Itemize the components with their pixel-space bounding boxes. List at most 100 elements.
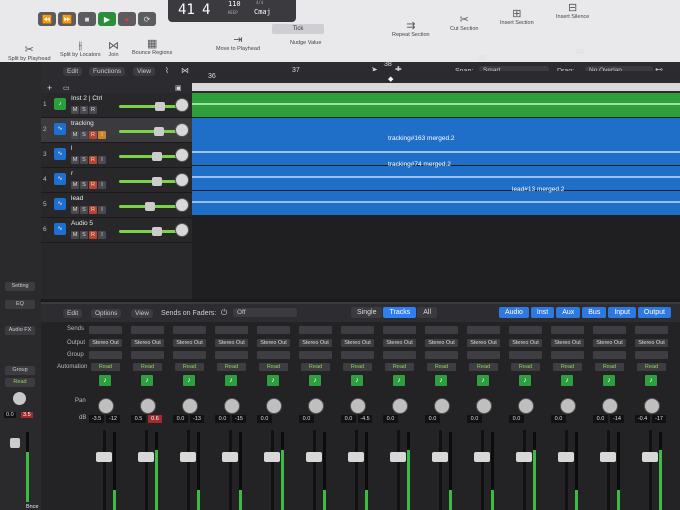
group-slot[interactable] bbox=[593, 351, 626, 359]
move-playhead-tool[interactable]: ⇥ Move to Playhead bbox=[216, 34, 260, 52]
repeat-section-tool[interactable]: ⇉ Repeat Section bbox=[392, 20, 430, 38]
power-icon[interactable]: ⏻ bbox=[221, 308, 227, 318]
arrange-area[interactable]: tracking#163 merged.2 tracking#74 merged… bbox=[192, 93, 680, 299]
group-slot[interactable] bbox=[131, 351, 164, 359]
output-slot[interactable]: Stereo Out bbox=[509, 339, 542, 347]
inspector-group-button[interactable]: Group bbox=[5, 366, 35, 375]
playhead-icon[interactable]: ◆ bbox=[388, 75, 393, 83]
join-tool[interactable]: ⋈ Join bbox=[108, 40, 119, 58]
track-volume-fader[interactable] bbox=[119, 227, 177, 236]
mixer-view-menu[interactable]: View bbox=[131, 309, 153, 318]
input-monitor-button[interactable]: I bbox=[98, 206, 106, 214]
solo-button[interactable]: S bbox=[80, 231, 88, 239]
group-slot[interactable] bbox=[425, 351, 458, 359]
group-slot[interactable] bbox=[635, 351, 668, 359]
filter-output[interactable]: Output bbox=[637, 307, 671, 318]
bounce-regions-tool[interactable]: ▦ Bounce Regions bbox=[132, 38, 172, 56]
fader-knob[interactable] bbox=[152, 177, 162, 186]
track-header[interactable]: 4 ∿ r M S R I bbox=[41, 168, 192, 193]
automation-mode[interactable]: Read bbox=[637, 363, 666, 371]
mixer-edit-menu[interactable]: Edit bbox=[63, 309, 83, 318]
send-slot[interactable] bbox=[299, 326, 332, 334]
volume-fader[interactable] bbox=[516, 452, 532, 462]
input-monitor-button[interactable]: I bbox=[98, 231, 106, 239]
input-monitor-button[interactable]: I bbox=[98, 181, 106, 189]
fader-knob[interactable] bbox=[155, 102, 165, 111]
track-pan-knob[interactable] bbox=[175, 98, 189, 112]
track-pan-knob[interactable] bbox=[175, 198, 189, 212]
track-name[interactable]: Inst 2 | Ctrl bbox=[71, 95, 102, 102]
volume-fader[interactable] bbox=[222, 452, 238, 462]
filter-aux[interactable]: Aux bbox=[556, 307, 581, 318]
solo-button[interactable]: S bbox=[80, 156, 88, 164]
group-slot[interactable] bbox=[89, 351, 122, 359]
mixer-options-menu[interactable]: Options bbox=[91, 309, 122, 318]
track-header[interactable]: 1 ♪ Inst 2 | Ctrl M S R bbox=[41, 93, 192, 118]
solo-button[interactable]: S bbox=[80, 181, 88, 189]
group-slot[interactable] bbox=[173, 351, 206, 359]
global-tracks-icon[interactable]: ▣ bbox=[175, 84, 182, 92]
record-enable-button[interactable]: R bbox=[89, 206, 97, 214]
output-slot[interactable]: Stereo Out bbox=[635, 339, 668, 347]
pan-knob[interactable] bbox=[224, 398, 240, 414]
output-slot[interactable]: Stereo Out bbox=[89, 339, 122, 347]
solo-button[interactable]: S bbox=[80, 206, 88, 214]
mute-button[interactable]: M bbox=[71, 231, 79, 239]
send-slot[interactable] bbox=[173, 326, 206, 334]
automation-mode[interactable]: Read bbox=[217, 363, 246, 371]
automation-mode[interactable]: Read bbox=[343, 363, 372, 371]
track-volume-fader[interactable] bbox=[119, 102, 177, 111]
automation-curve-icon[interactable]: ⌇ bbox=[165, 66, 169, 75]
inspector-read-button[interactable]: Read bbox=[5, 378, 35, 387]
pan-knob[interactable] bbox=[98, 398, 114, 414]
tracks-functions-menu[interactable]: Functions bbox=[89, 67, 126, 76]
track-volume-fader[interactable] bbox=[119, 177, 177, 186]
group-slot[interactable] bbox=[299, 351, 332, 359]
pan-knob[interactable] bbox=[350, 398, 366, 414]
automation-mode[interactable]: Read bbox=[91, 363, 120, 371]
record-enable-button[interactable]: R bbox=[89, 156, 97, 164]
split-locators-tool[interactable]: ⫲ Split by Locators bbox=[60, 40, 101, 58]
inspector-fader[interactable] bbox=[10, 438, 20, 448]
mute-button[interactable]: M bbox=[71, 106, 79, 114]
send-slot[interactable] bbox=[551, 326, 584, 334]
track-volume-fader[interactable] bbox=[119, 127, 177, 136]
tick-selector[interactable]: Tick bbox=[272, 24, 324, 34]
automation-mode[interactable]: Read bbox=[301, 363, 330, 371]
output-slot[interactable]: Stereo Out bbox=[383, 339, 416, 347]
insert-silence-tool[interactable]: ⊟ Insert Silence bbox=[556, 2, 589, 20]
pan-knob[interactable] bbox=[434, 398, 450, 414]
send-slot[interactable] bbox=[383, 326, 416, 334]
flex-icon[interactable]: ⋈ bbox=[181, 66, 189, 75]
track-pan-knob[interactable] bbox=[175, 223, 189, 237]
input-monitor-button[interactable]: I bbox=[98, 156, 106, 164]
mute-button[interactable]: M bbox=[71, 131, 79, 139]
audio-region-tracking[interactable]: tracking#163 merged.2 bbox=[192, 118, 680, 165]
track-header[interactable]: 6 ∿ Audio 5 MSRI bbox=[41, 218, 192, 243]
volume-fader[interactable] bbox=[306, 452, 322, 462]
audio-region-lead[interactable]: lead#13 merged.2 bbox=[192, 186, 680, 215]
group-slot[interactable] bbox=[341, 351, 374, 359]
solo-button[interactable]: S bbox=[80, 106, 88, 114]
rewind-button[interactable]: ⏪ bbox=[38, 12, 56, 26]
send-slot[interactable] bbox=[257, 326, 290, 334]
record-enable-button[interactable]: R bbox=[89, 131, 97, 139]
record-enable-button[interactable]: R bbox=[89, 181, 97, 189]
add-track-icon[interactable]: + bbox=[47, 83, 52, 93]
group-slot[interactable] bbox=[551, 351, 584, 359]
output-slot[interactable]: Stereo Out bbox=[593, 339, 626, 347]
output-slot[interactable]: Stereo Out bbox=[341, 339, 374, 347]
fader-knob[interactable] bbox=[145, 202, 155, 211]
audio-fx-button[interactable]: Audio FX bbox=[5, 326, 35, 335]
filter-bus[interactable]: Bus bbox=[582, 307, 607, 318]
tracks-button[interactable]: Tracks bbox=[383, 307, 417, 318]
midi-region[interactable] bbox=[192, 93, 680, 117]
output-slot[interactable]: Stereo Out bbox=[131, 339, 164, 347]
mute-button[interactable]: M bbox=[71, 156, 79, 164]
automation-mode[interactable]: Read bbox=[385, 363, 414, 371]
track-volume-fader[interactable] bbox=[119, 152, 177, 161]
volume-fader[interactable] bbox=[138, 452, 154, 462]
pan-knob[interactable] bbox=[182, 398, 198, 414]
volume-fader[interactable] bbox=[474, 452, 490, 462]
record-button[interactable]: ● bbox=[118, 12, 136, 26]
